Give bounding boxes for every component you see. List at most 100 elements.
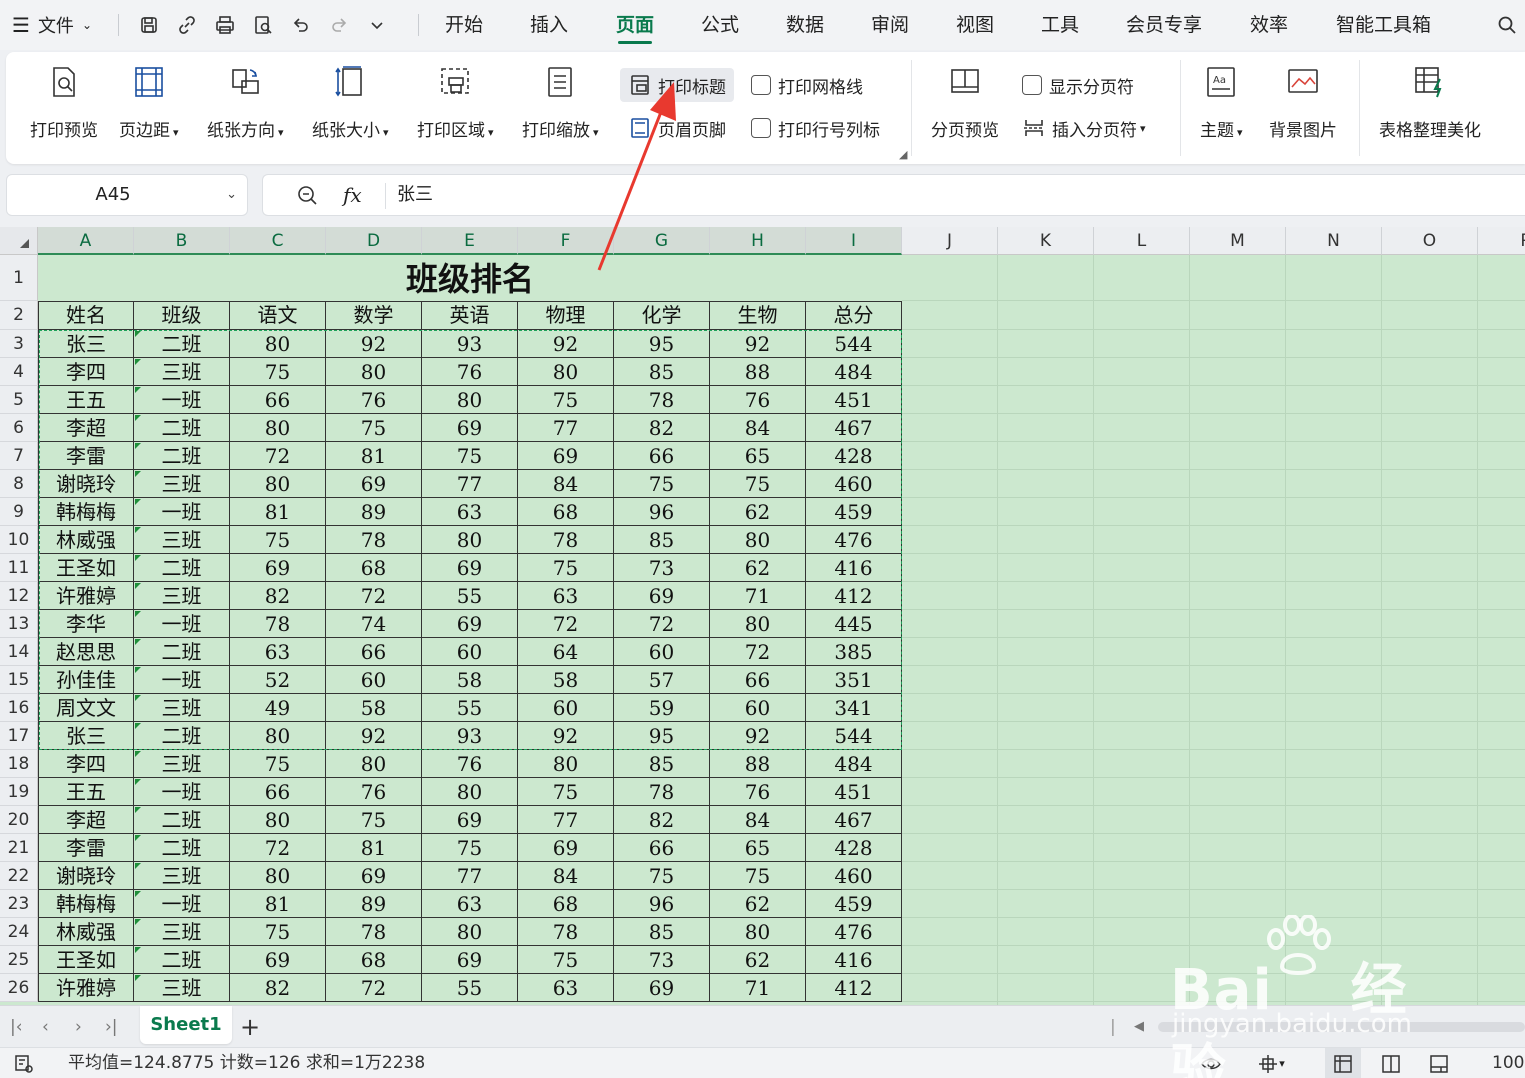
cell-f15[interactable]: 58 [518,666,614,694]
first-sheet-icon[interactable]: |‹ [10,1006,23,1048]
cell-h24[interactable]: 80 [710,918,806,946]
cell-d19[interactable]: 76 [326,778,422,806]
cell-f14[interactable]: 64 [518,638,614,666]
cell-c26[interactable]: 82 [230,974,326,1002]
row-header-17[interactable]: 17 [0,722,38,750]
name-box[interactable]: A45 ⌄ [6,174,248,216]
cell-h15[interactable]: 66 [710,666,806,694]
cell-h9[interactable]: 62 [710,498,806,526]
row-header-14[interactable]: 14 [0,638,38,666]
formula-input[interactable]: 张三 [397,175,433,215]
cell-i14[interactable]: 385 [806,638,902,666]
cell-e18[interactable]: 76 [422,750,518,778]
cell-c17[interactable]: 80 [230,722,326,750]
cell-a26[interactable]: 许雅婷 [38,974,134,1002]
formula-bar[interactable]: fx 张三 [262,174,1525,216]
cell-h25[interactable]: 62 [710,946,806,974]
cell-a25[interactable]: 王圣如 [38,946,134,974]
cell-e2[interactable]: 英语 [422,301,518,330]
last-sheet-icon[interactable]: ›| [105,1006,118,1048]
cell-d4[interactable]: 80 [326,358,422,386]
print-preview-icon[interactable] [248,0,278,50]
cell-e25[interactable]: 69 [422,946,518,974]
cell-g19[interactable]: 78 [614,778,710,806]
cell-c25[interactable]: 69 [230,946,326,974]
cell-a18[interactable]: 李四 [38,750,134,778]
column-header-d[interactable]: D [326,227,422,255]
cell-g12[interactable]: 69 [614,582,710,610]
cell-h14[interactable]: 72 [710,638,806,666]
cell-a17[interactable]: 张三 [38,722,134,750]
cell-d23[interactable]: 89 [326,890,422,918]
cell-d13[interactable]: 74 [326,610,422,638]
cell-b6[interactable]: 二班 [134,414,230,442]
row-header-12[interactable]: 12 [0,582,38,610]
cell-e19[interactable]: 80 [422,778,518,806]
select-all-corner[interactable] [0,227,38,255]
cell-f12[interactable]: 63 [518,582,614,610]
tab-0[interactable]: 开始 [445,0,483,50]
cell-f4[interactable]: 80 [518,358,614,386]
cell-a9[interactable]: 韩梅梅 [38,498,134,526]
cell-i2[interactable]: 总分 [806,301,902,330]
cell-d12[interactable]: 72 [326,582,422,610]
page-layout-view-icon[interactable] [1373,1048,1409,1078]
cell-e20[interactable]: 69 [422,806,518,834]
cell-b23[interactable]: 一班 [134,890,230,918]
row-header-3[interactable]: 3 [0,330,38,358]
cell-h2[interactable]: 生物 [710,301,806,330]
cell-i26[interactable]: 412 [806,974,902,1002]
cell-i15[interactable]: 351 [806,666,902,694]
print-row-col-headers-checkbox[interactable]: 打印行号列标 [751,111,880,145]
cell-h12[interactable]: 71 [710,582,806,610]
cell-d18[interactable]: 80 [326,750,422,778]
insert-page-break-button[interactable]: 插入分页符 ▾ [1022,111,1146,145]
file-menu[interactable]: ☰ 文件 ⌄ [12,0,92,50]
column-header-j[interactable]: J [902,227,998,255]
cell-a2[interactable]: 姓名 [38,301,134,330]
cell-g24[interactable]: 85 [614,918,710,946]
zoom-level[interactable]: 100 [1492,1048,1524,1078]
redo-icon[interactable] [324,0,354,50]
paper-size-button[interactable]: 纸张大小 ▾ [312,62,389,141]
focus-mode-icon[interactable]: ▾ [1250,1048,1292,1078]
cell-c10[interactable]: 75 [230,526,326,554]
cell-h6[interactable]: 84 [710,414,806,442]
chevron-down-icon[interactable]: ⌄ [226,175,237,215]
cell-g13[interactable]: 72 [614,610,710,638]
row-header-2[interactable]: 2 [0,301,38,330]
cell-f19[interactable]: 75 [518,778,614,806]
tab-8[interactable]: 会员专享 [1126,0,1202,50]
cell-g26[interactable]: 69 [614,974,710,1002]
cell-f24[interactable]: 78 [518,918,614,946]
cell-i18[interactable]: 484 [806,750,902,778]
cell-i25[interactable]: 416 [806,946,902,974]
cell-h11[interactable]: 62 [710,554,806,582]
header-footer-button[interactable]: 页眉页脚 [628,111,726,145]
tab-4[interactable]: 数据 [786,0,824,50]
column-header-k[interactable]: K [998,227,1094,255]
column-header-p[interactable]: P [1478,227,1525,255]
dialog-launcher-icon[interactable]: ◢ [899,148,907,161]
cell-b17[interactable]: 二班 [134,722,230,750]
row-header-11[interactable]: 11 [0,554,38,582]
cell-c9[interactable]: 81 [230,498,326,526]
cell-a12[interactable]: 许雅婷 [38,582,134,610]
cell-a5[interactable]: 王五 [38,386,134,414]
cell-e26[interactable]: 55 [422,974,518,1002]
cell-h10[interactable]: 80 [710,526,806,554]
cell-f9[interactable]: 68 [518,498,614,526]
table-beautify-button[interactable]: 表格整理美化 [1379,62,1481,141]
cell-d7[interactable]: 81 [326,442,422,470]
cell-c18[interactable]: 75 [230,750,326,778]
row-header-5[interactable]: 5 [0,386,38,414]
cell-b9[interactable]: 一班 [134,498,230,526]
cell-i11[interactable]: 416 [806,554,902,582]
cell-d21[interactable]: 81 [326,834,422,862]
cell-g9[interactable]: 96 [614,498,710,526]
row-header-10[interactable]: 10 [0,526,38,554]
cell-i5[interactable]: 451 [806,386,902,414]
cell-e9[interactable]: 63 [422,498,518,526]
column-header-o[interactable]: O [1382,227,1478,255]
cell-e15[interactable]: 58 [422,666,518,694]
